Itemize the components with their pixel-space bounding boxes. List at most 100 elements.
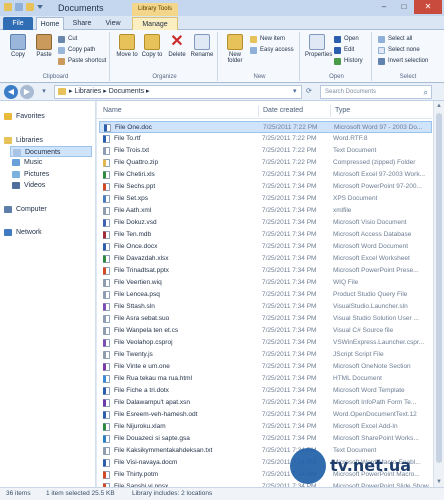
address-history-button[interactable]: ▾ [293,87,297,95]
select-all-button[interactable]: Select all [378,35,412,44]
table-row[interactable]: File Fiche a tri.dotx 7/25/2011 7:34 PM Mi… [99,385,432,397]
table-row[interactable]: File Set.xps 7/25/2011 7:34 PM XPS Documen… [99,193,432,205]
close-button[interactable]: ✕ [414,0,442,14]
invert-selection-button[interactable]: Invert selection [378,57,428,66]
new-folder-button[interactable]: New folder [223,34,247,64]
table-row[interactable]: File Trois.txt 7/25/2011 7:22 PM Text Docu… [99,145,432,157]
table-row[interactable]: File Twenty.js 7/25/2011 7:34 PM JScript S… [99,349,432,361]
table-row[interactable]: File Rua tekau ma rua.html 7/25/2011 7:34… [99,373,432,385]
copy-button[interactable]: Copy [6,34,30,58]
paste-icon [36,34,52,50]
table-row[interactable]: File Chetiri.xls 7/25/2011 7:34 PM Microso… [99,169,432,181]
organize-group: Move to Copy to ✕ Delete Rename Organize [112,32,218,81]
paste-button[interactable]: Paste [32,34,56,58]
watermark-text: tv.net.ua [330,456,412,475]
cut-button[interactable]: Cut [58,35,77,44]
table-row[interactable]: File Trinadtsat.pptx 7/25/2011 7:34 PM Mic… [99,265,432,277]
nav-item-documents[interactable]: Documents [10,146,92,157]
scroll-up-arrow[interactable]: ▲ [434,101,444,111]
new-folder-icon[interactable] [26,3,34,11]
back-button[interactable]: ◀ [4,85,18,99]
properties-button[interactable]: Properties [305,34,332,58]
column-header-name[interactable]: Name [99,105,259,117]
table-row[interactable]: File Dokuz.vsd 7/25/2011 7:34 PM Microsoft… [99,217,432,229]
scissors-icon [58,36,65,43]
copy-to-button[interactable]: Copy to [140,34,164,58]
table-row[interactable]: File Veertien.wiq 7/25/2011 7:34 PM WIQ Fi… [99,277,432,289]
table-row[interactable]: File Sechs.ppt 7/25/2011 7:34 PM Microsoft… [99,181,432,193]
file-name: File Quattro.zip [114,159,159,166]
table-row[interactable]: File Esreem-veh-hamesh.odt 7/25/2011 7:34… [99,409,432,421]
file-type: Microsoft Excel 97-2003 Work... [333,171,425,178]
move-to-button[interactable]: Move to [115,34,139,58]
file-date-created: 7/25/2011 7:34 PM [262,435,317,442]
open-button[interactable]: Open [334,35,359,44]
nav-item-videos[interactable]: Videos [12,180,92,191]
table-row[interactable]: File One.doc 7/25/2011 7:22 PM Microsoft W… [99,121,432,133]
easy-access-button[interactable]: Easy access [250,46,294,55]
delete-button[interactable]: ✕ Delete [165,34,189,59]
rename-button[interactable]: Rename [190,34,214,58]
nav-item-favorites[interactable]: Favorites [4,111,92,122]
table-row[interactable]: File Ten.mdb 7/25/2011 7:34 PM Microsoft A… [99,229,432,241]
file-type: Microsoft Word 97 - 2003 Do... [334,124,423,131]
table-row[interactable]: File Quattro.zip 7/25/2011 7:22 PM Compres… [99,157,432,169]
tab-file[interactable]: File [3,17,33,30]
table-row[interactable]: File Wanpela ten et.cs 7/25/2011 7:34 PM V… [99,325,432,337]
table-row[interactable]: File Asra sebat.suo 7/25/2011 7:34 PM Visu… [99,313,432,325]
new-item-label: New item [260,36,286,42]
column-header-type[interactable]: Type [331,105,432,117]
table-row[interactable]: File Davazdah.xlsx 7/25/2011 7:34 PM Micro… [99,253,432,265]
up-button[interactable]: ▾ [38,86,50,98]
scroll-thumb[interactable] [436,113,442,463]
nav-item-music[interactable]: Music [12,157,92,168]
documents-icon [13,149,21,156]
file-type-icon [103,195,110,203]
minimize-button[interactable]: – [374,0,394,14]
select-none-button[interactable]: Select none [378,46,420,55]
vertical-scrollbar[interactable]: ▲ ▼ [433,101,444,487]
edit-button[interactable]: Edit [334,46,354,55]
file-date-created: 7/25/2011 7:34 PM [262,411,317,418]
tab-home[interactable]: Home [36,17,64,30]
nav-item-libraries[interactable]: Libraries [4,135,92,146]
file-name: File Trois.txt [114,147,150,154]
nav-item-network[interactable]: Network [4,227,92,238]
refresh-button[interactable]: ⟳ [306,87,312,95]
nav-item-pictures[interactable]: Pictures [12,169,92,180]
chevron-down-icon[interactable] [37,5,43,9]
file-name: File Nijuroku.xlam [114,423,166,430]
paste-shortcut-button[interactable]: Paste shortcut [58,57,106,66]
file-type-icon [103,447,110,455]
tab-manage[interactable]: Manage [132,17,178,30]
table-row[interactable]: File To.rtf 7/25/2011 7:22 PM Word.RTF.8 [99,133,432,145]
tab-view[interactable]: View [100,17,126,30]
column-header-date-created[interactable]: Date created [259,105,331,117]
table-row[interactable]: File Vinte e um.one 7/25/2011 7:34 PM Micr… [99,361,432,373]
file-type-icon [104,124,111,132]
table-row[interactable]: File Lencea.psq 7/25/2011 7:34 PM Product … [99,289,432,301]
table-row[interactable]: File Veolahop.csproj 7/25/2011 7:34 PM VSW… [99,337,432,349]
tab-share[interactable]: Share [68,17,96,30]
folder-icon[interactable] [4,3,12,11]
maximize-button[interactable]: □ [394,0,414,14]
file-type: Microsoft InfoPath Form Te... [333,399,417,406]
history-button[interactable]: History [334,57,363,66]
nav-item-computer[interactable]: Computer [4,204,92,215]
properties-icon[interactable] [15,3,23,11]
copy-icon [10,34,26,50]
table-row[interactable]: File Sttash.sln 7/25/2011 7:34 PM VisualSt… [99,301,432,313]
table-row[interactable]: File Dalawampu't apat.xsn 7/25/2011 7:34 … [99,397,432,409]
copy-path-button[interactable]: Copy path [58,46,95,55]
forward-button[interactable]: ▶ [20,85,34,99]
pictures-icon [12,171,20,178]
table-row[interactable]: File Aath.xml 7/25/2011 7:34 PM xmlfile [99,205,432,217]
table-row[interactable]: File Once.docx 7/25/2011 7:34 PM Microsoft… [99,241,432,253]
breadcrumb[interactable]: ▸ Libraries ▸ Documents ▸ [54,85,302,99]
table-row[interactable]: File Douazeci si sapte.gsa 7/25/2011 7:34… [99,433,432,445]
new-item-button[interactable]: New item [250,35,285,44]
search-icon[interactable]: ⌕ [424,87,428,99]
search-input[interactable]: Search Documents ⌕ [320,85,432,99]
file-date-created: 7/25/2011 7:34 PM [262,195,317,202]
table-row[interactable]: File Nijuroku.xlam 7/25/2011 7:34 PM Micro… [99,421,432,433]
